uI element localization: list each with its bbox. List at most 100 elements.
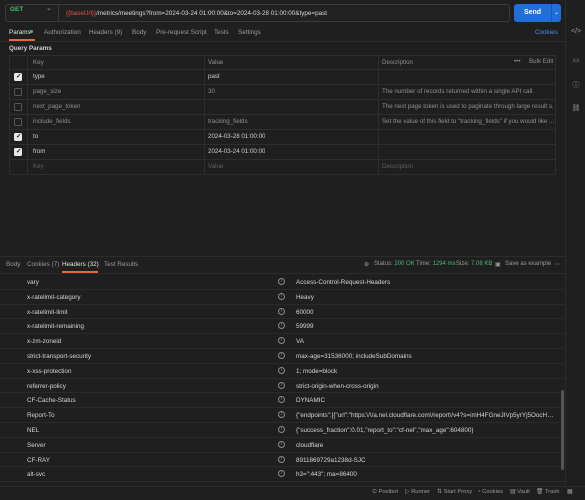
param-checkbox[interactable] bbox=[14, 72, 22, 81]
new-param-value[interactable]: Value bbox=[208, 163, 223, 170]
column-header-description: Description bbox=[382, 59, 413, 66]
tab-pre-request-script[interactable]: Pre-request Script bbox=[156, 29, 207, 36]
link-icon[interactable]: ⛓ bbox=[571, 104, 581, 112]
param-checkbox[interactable] bbox=[14, 87, 22, 96]
info-icon[interactable]: ⓘ bbox=[571, 80, 581, 90]
info-icon[interactable]: i bbox=[278, 470, 285, 478]
url-input[interactable]: {{baseUrl}}/metrics/meetings?from=2024-0… bbox=[59, 4, 510, 22]
param-checkbox[interactable] bbox=[14, 117, 22, 126]
vault-button[interactable]: ▤ Vault bbox=[510, 489, 530, 495]
param-value[interactable]: 2024-03-28 01:00:00 bbox=[208, 133, 265, 140]
header-row: x-ratelimit-limit i 60000 bbox=[0, 305, 565, 320]
header-row: x-ratelimit-category i Heavy bbox=[0, 290, 565, 305]
save-icon[interactable]: ▣ bbox=[495, 261, 501, 268]
info-icon[interactable]: i bbox=[278, 322, 285, 330]
runner-button[interactable]: ▷ Runner bbox=[405, 489, 430, 495]
header-value: {"success_fraction":0.01,"report_to":"cf… bbox=[296, 427, 474, 434]
header-value: {"endpoints":[{"url":"https:\/\/a.nel.cl… bbox=[296, 412, 556, 420]
tab-authorization[interactable]: Authorization bbox=[44, 29, 81, 36]
param-key[interactable]: next_page_token bbox=[33, 103, 80, 110]
info-icon[interactable]: i bbox=[278, 337, 285, 345]
res-tab-headers[interactable]: Headers (32) bbox=[62, 261, 99, 268]
scrollbar[interactable] bbox=[561, 390, 564, 470]
param-key[interactable]: include_fields bbox=[33, 118, 71, 125]
right-sidebar: </> ▭ ⓘ ⛓ bbox=[565, 0, 585, 500]
info-icon[interactable]: i bbox=[278, 352, 285, 359]
bulk-edit-link[interactable]: Bulk Edit bbox=[529, 58, 553, 65]
param-description[interactable]: The number of records returned within a … bbox=[382, 88, 534, 95]
layout-icon[interactable]: ▦ bbox=[567, 489, 572, 495]
divider bbox=[0, 41, 565, 42]
send-button[interactable]: Send bbox=[514, 4, 551, 22]
more-icon[interactable]: ⋯ bbox=[554, 261, 560, 268]
param-key[interactable]: to bbox=[33, 133, 38, 140]
res-tab-test-results[interactable]: Test Results bbox=[104, 261, 138, 268]
header-row: vary i Access-Control-Request-Headers bbox=[0, 275, 565, 290]
header-row: Report-To i {"endpoints":[{"url":"https:\/… bbox=[0, 408, 565, 423]
tab-tests[interactable]: Tests bbox=[214, 29, 229, 36]
header-value: cloudflare bbox=[296, 441, 324, 449]
header-value: Access-Control-Request-Headers bbox=[296, 279, 391, 286]
header-value: Heavy bbox=[296, 293, 314, 301]
header-key: x-xss-protection bbox=[27, 367, 72, 375]
postbot-button[interactable]: ⊙ Postbot bbox=[372, 489, 398, 495]
info-icon[interactable]: i bbox=[278, 307, 285, 315]
info-icon[interactable]: i bbox=[278, 426, 285, 433]
info-icon[interactable]: i bbox=[278, 366, 285, 374]
info-icon[interactable]: i bbox=[278, 396, 285, 404]
res-tab-cookies[interactable]: Cookies (7) bbox=[27, 261, 59, 268]
cookies-button[interactable]: ◔ Cookies bbox=[477, 489, 503, 495]
tab-settings[interactable]: Settings bbox=[238, 29, 261, 36]
info-icon[interactable]: i bbox=[278, 440, 285, 448]
header-key: strict-transport-security bbox=[27, 353, 92, 360]
param-value[interactable]: 2024-03-24 01:00:00 bbox=[208, 148, 265, 155]
cookies-link[interactable]: Cookies bbox=[535, 29, 558, 36]
header-value: 8911869729a1238d-SJC bbox=[296, 456, 366, 464]
param-checkbox[interactable] bbox=[14, 132, 22, 141]
header-key: Report-To bbox=[27, 412, 55, 420]
info-icon[interactable]: i bbox=[278, 381, 285, 389]
param-value[interactable]: 30 bbox=[208, 88, 215, 95]
more-icon[interactable]: ••• bbox=[514, 58, 521, 65]
params-table: Key Value Description ••• Bulk Edit type… bbox=[9, 55, 556, 175]
divider bbox=[0, 256, 565, 257]
info-icon[interactable]: i bbox=[278, 292, 285, 300]
param-value[interactable]: past bbox=[208, 73, 220, 80]
param-key[interactable]: page_size bbox=[33, 88, 61, 95]
tab-headers[interactable]: Headers (9) bbox=[89, 29, 122, 36]
comment-icon[interactable]: ▭ bbox=[571, 56, 581, 64]
trash-button[interactable]: 🗑 Trash bbox=[536, 489, 559, 495]
header-row: referrer-policy i strict-origin-when-cross… bbox=[0, 379, 565, 394]
header-value: VA bbox=[296, 338, 304, 346]
header-row: CF-RAY i 8911869729a1238d-SJC bbox=[0, 453, 565, 468]
new-param-key[interactable]: Key bbox=[33, 163, 44, 170]
new-param-description[interactable]: Description bbox=[382, 163, 413, 170]
code-icon[interactable]: </> bbox=[571, 28, 581, 35]
url-path: /metrics/meetings?from=2024-03-24 01:00:… bbox=[96, 10, 327, 17]
start-proxy-button[interactable]: ⇅ Start Proxy bbox=[437, 489, 472, 495]
query-params-heading: Query Params bbox=[9, 45, 52, 52]
param-description[interactable]: The next page token is used to paginate … bbox=[382, 103, 554, 110]
res-tab-body[interactable]: Body bbox=[6, 261, 20, 268]
tab-params[interactable]: Params bbox=[9, 29, 31, 36]
tab-body[interactable]: Body bbox=[132, 29, 146, 36]
header-value: max-age=31536000; includeSubDomains bbox=[296, 353, 412, 360]
info-icon[interactable]: i bbox=[278, 278, 285, 285]
info-icon[interactable]: i bbox=[278, 411, 285, 419]
param-key[interactable]: type bbox=[33, 73, 45, 80]
param-checkbox[interactable] bbox=[14, 102, 22, 111]
header-key: x-ratelimit-remaining bbox=[27, 323, 85, 331]
globe-icon: ⊕ bbox=[364, 262, 370, 268]
param-value[interactable]: tracking_fields bbox=[208, 118, 248, 125]
send-options-icon[interactable]: ⌄ bbox=[551, 4, 561, 22]
header-key: Server bbox=[27, 441, 46, 449]
header-row: strict-transport-security i max-age=315360… bbox=[0, 349, 565, 364]
chevron-down-icon: ⌄ bbox=[46, 5, 52, 12]
column-header-key: Key bbox=[33, 59, 44, 66]
url-variable: {{baseUrl}} bbox=[66, 10, 97, 17]
param-description[interactable]: Set the value of this field to "tracking… bbox=[382, 118, 554, 125]
info-icon[interactable]: i bbox=[278, 455, 285, 463]
param-key[interactable]: from bbox=[33, 148, 45, 155]
param-checkbox[interactable] bbox=[14, 147, 22, 156]
save-as-example-button[interactable]: Save as example bbox=[505, 261, 551, 267]
